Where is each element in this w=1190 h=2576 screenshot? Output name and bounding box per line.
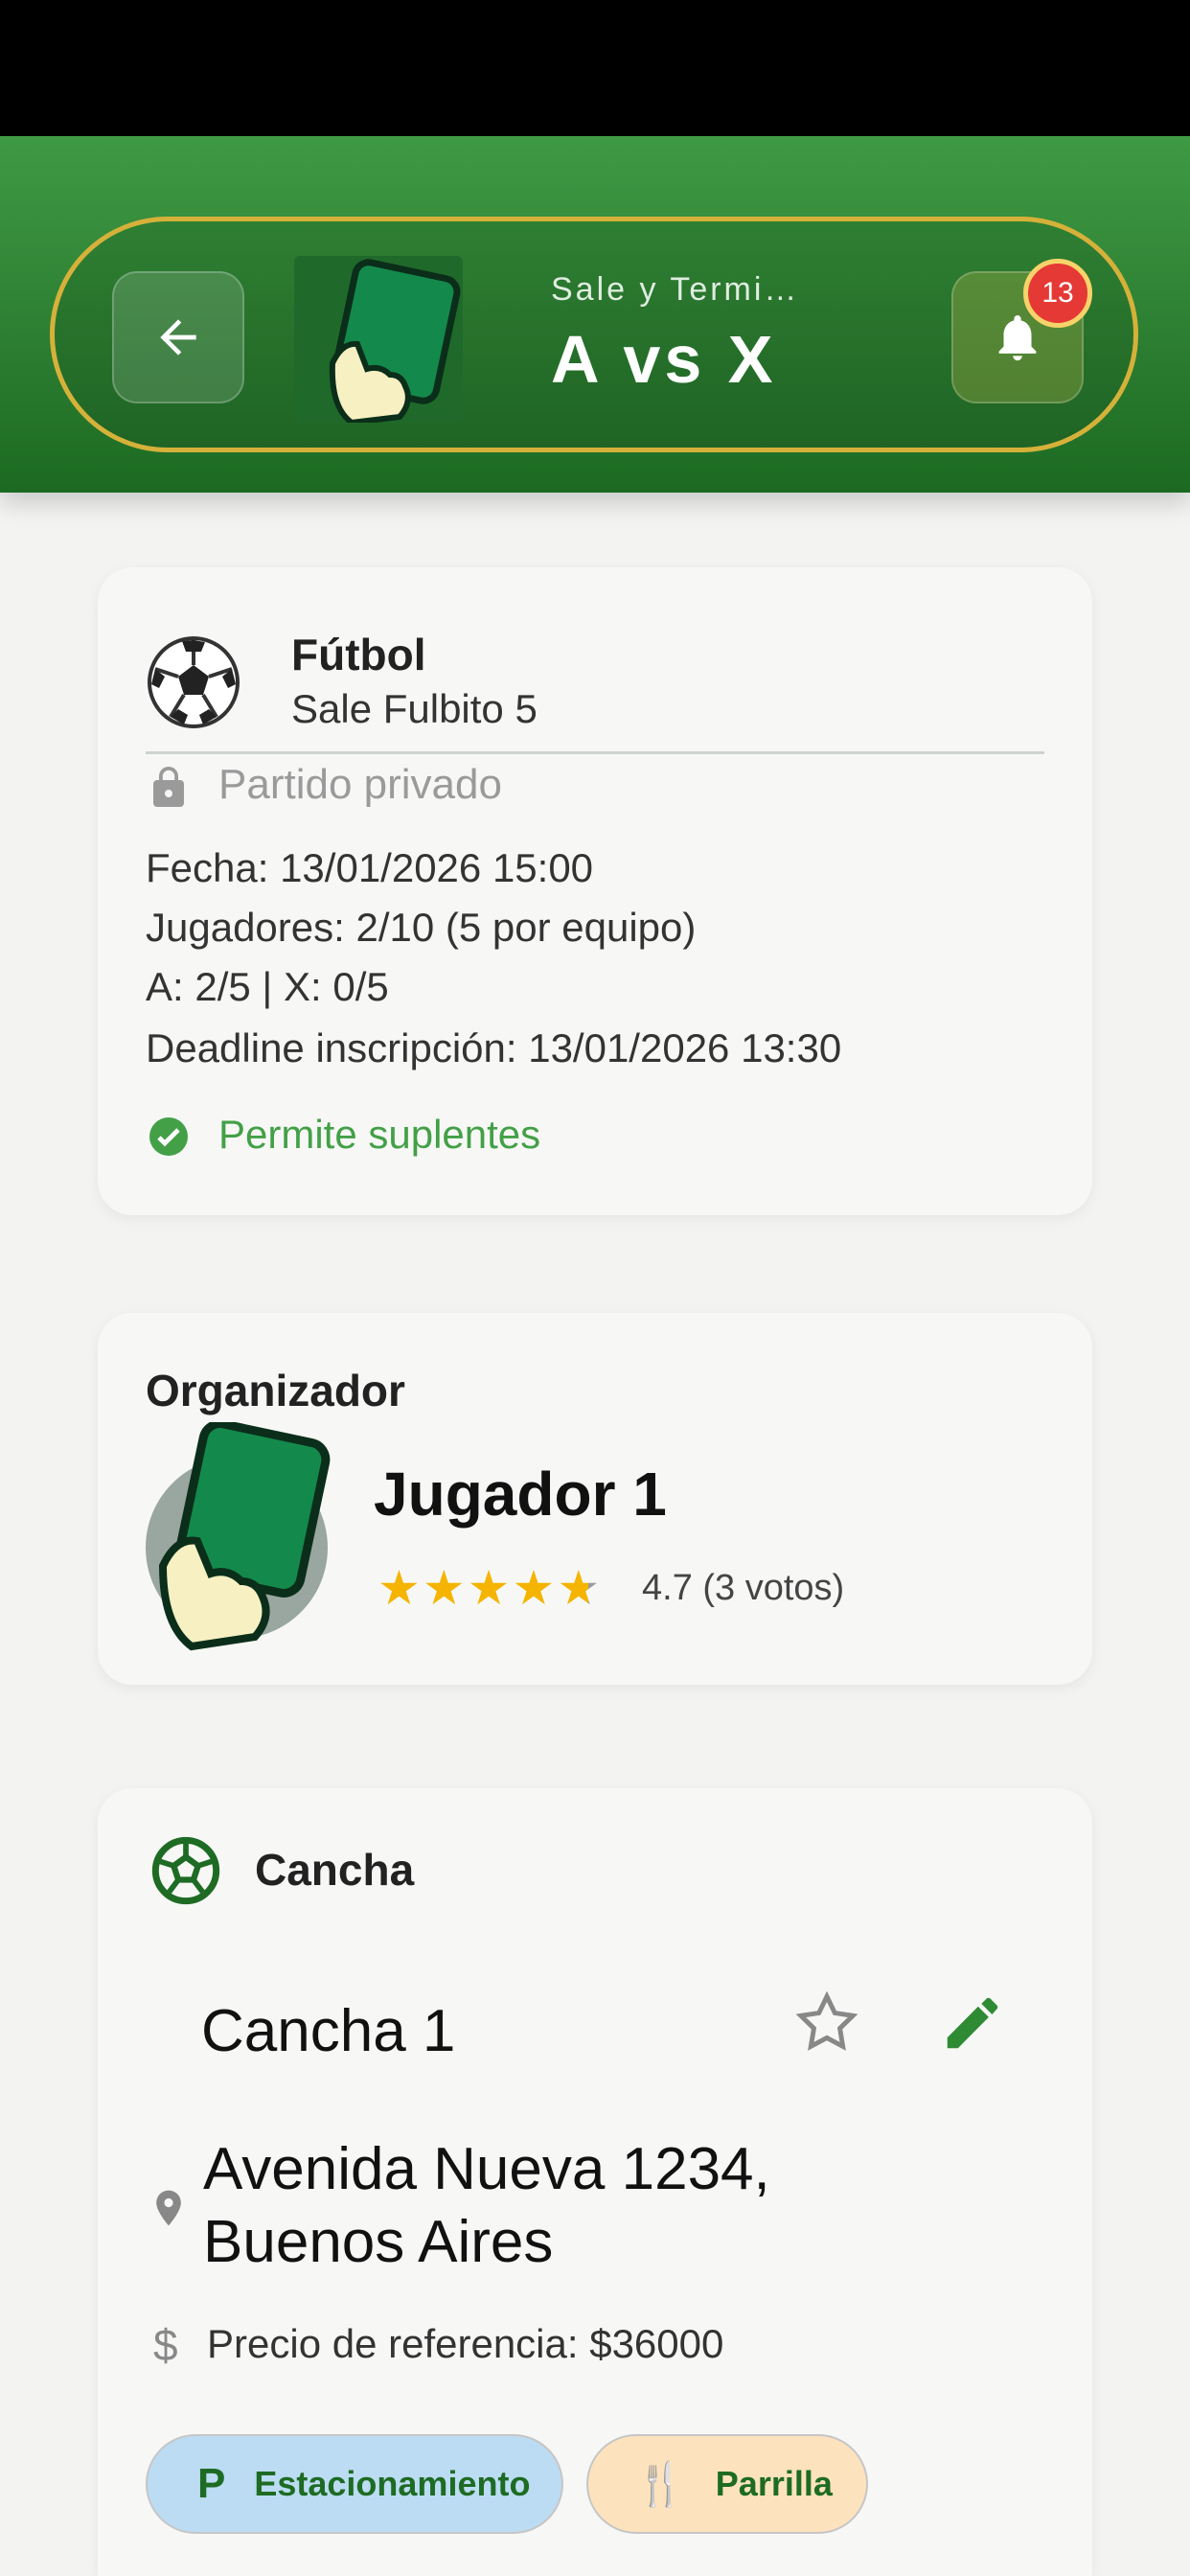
star-outline-icon[interactable]	[791, 1988, 862, 2058]
soccer-ball-icon	[148, 636, 240, 728]
match-name: Sale Fulbito 5	[291, 686, 538, 731]
field-heading: Cancha	[255, 1845, 415, 1895]
star-icon: ★	[467, 1561, 513, 1615]
green-card-hand-icon	[329, 259, 461, 423]
privacy-label: Partido privado	[218, 761, 502, 808]
organizer-name: Jugador 1	[374, 1460, 667, 1529]
status-bar	[0, 0, 1190, 136]
header-subtitle: Sale y Termi…	[551, 271, 800, 308]
star-half-icon: ★	[557, 1561, 603, 1615]
substitutes-label: Permite suplentes	[218, 1112, 541, 1157]
star-icon: ★	[378, 1561, 423, 1615]
green-card-hand-icon	[158, 1422, 331, 1651]
lock-icon	[153, 767, 184, 807]
app-header: Sale y Termi… A vs X	[0, 136, 1190, 493]
edit-pencil-icon[interactable]	[939, 1990, 1006, 2057]
amenity-chip-parking[interactable]: P Estacionamiento	[146, 2434, 563, 2534]
field-address: Avenida Nueva 1234, Buenos Aires	[203, 2136, 770, 2275]
rating-stars: ★★★★★	[378, 1560, 602, 1616]
header-pill: Sale y Termi… A vs X	[50, 217, 1138, 452]
match-players: Jugadores: 2/10 (5 por equipo)	[146, 905, 697, 950]
soccer-field-icon	[151, 1836, 220, 1905]
dollar-icon: $	[153, 2320, 178, 2370]
match-logo	[294, 256, 463, 423]
match-date: Fecha: 13/01/2026 15:00	[146, 845, 594, 890]
organizer-heading: Organizador	[146, 1366, 405, 1415]
fork-knife-icon: 🍴	[634, 2461, 687, 2508]
amenity-label: Estacionamiento	[254, 2464, 531, 2503]
star-icon: ★	[422, 1561, 468, 1615]
header-title: A vs X	[551, 322, 777, 397]
notification-badge: 13	[1023, 259, 1092, 328]
divider	[146, 751, 1044, 754]
reference-price: Precio de referencia: $36000	[207, 2321, 724, 2366]
rating-text: 4.7 (3 votos)	[642, 1568, 845, 1608]
star-icon: ★	[512, 1561, 558, 1615]
location-pin-icon	[156, 2190, 181, 2226]
amenity-chip-grill[interactable]: 🍴 Parrilla	[586, 2434, 868, 2534]
back-button[interactable]	[112, 271, 244, 403]
field-name: Cancha 1	[201, 1998, 456, 2064]
amenity-label: Parrilla	[715, 2464, 833, 2503]
registration-deadline: Deadline inscripción: 13/01/2026 13:30	[146, 1025, 842, 1070]
sport-name: Fútbol	[291, 630, 426, 679]
arrow-left-icon	[160, 319, 196, 356]
parking-icon: P	[197, 2460, 226, 2507]
team-counts: A: 2/5 | X: 0/5	[146, 964, 389, 1009]
check-circle-icon	[149, 1117, 188, 1156]
